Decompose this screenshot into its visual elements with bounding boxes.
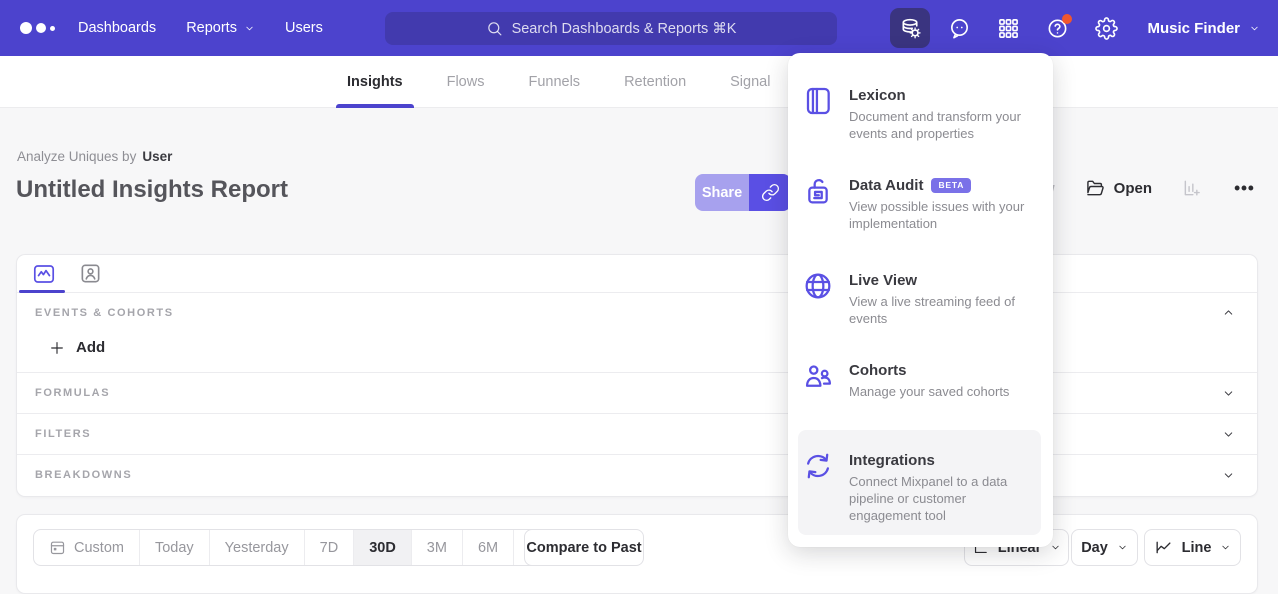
search-placeholder: Search Dashboards & Reports ⌘K	[512, 21, 737, 37]
tab-funnels[interactable]: Funnels	[528, 56, 580, 108]
grid-icon	[997, 17, 1020, 40]
data-audit-lock-icon	[802, 175, 834, 207]
page-title: Untitled Insights Report	[16, 176, 288, 204]
cohorts-people-icon	[802, 360, 834, 392]
top-nav: Dashboards Reports Users Search Dashboar…	[0, 0, 1278, 56]
section-formulas[interactable]: FORMULAS	[17, 373, 1257, 414]
copy-link-button[interactable]	[749, 174, 791, 211]
globe-icon	[802, 270, 834, 302]
database-gear-icon	[899, 17, 922, 40]
menu-item-data-audit[interactable]: Data Audit BETA View possible issues wit…	[802, 177, 1039, 232]
date-today-button[interactable]: Today	[140, 530, 210, 565]
chevron-down-icon	[1220, 542, 1231, 553]
project-name: Music Finder	[1147, 20, 1240, 37]
integrations-sync-icon	[802, 450, 834, 482]
date-controls-card: Custom Today Yesterday 7D 30D 3M 6M 12M …	[16, 514, 1258, 594]
date-custom-button[interactable]: Custom	[34, 530, 140, 565]
tab-flows[interactable]: Flows	[447, 56, 485, 108]
chevron-down-icon	[1117, 542, 1128, 553]
settings-button[interactable]	[1086, 8, 1126, 48]
query-builder-card: EVENTS & COHORTS Add FORMULAS FILTERS BR…	[16, 254, 1258, 497]
menu-item-live-view[interactable]: Live View View a live streaming feed of …	[802, 272, 1039, 327]
open-button[interactable]: Open	[1085, 178, 1152, 198]
menu-item-cohorts[interactable]: Cohorts Manage your saved cohorts	[802, 362, 1039, 400]
line-chart-tab-icon	[32, 262, 56, 286]
nav-item-users[interactable]: Users	[285, 20, 323, 36]
data-management-button[interactable]	[890, 8, 930, 48]
nav-right-cluster: Music Finder	[890, 0, 1260, 56]
plus-icon	[49, 340, 65, 356]
apps-grid-button[interactable]	[988, 8, 1028, 48]
date-yesterday-button[interactable]: Yesterday	[210, 530, 305, 565]
mixpanel-logo-icon[interactable]	[20, 22, 55, 34]
tab-retention[interactable]: Retention	[624, 56, 686, 108]
nav-item-reports[interactable]: Reports	[186, 20, 255, 36]
chevron-down-icon[interactable]	[1222, 469, 1235, 482]
project-selector[interactable]: Music Finder	[1147, 20, 1260, 37]
chart-type-dropdown[interactable]: Line	[1144, 529, 1241, 566]
date-30d-button[interactable]: 30D	[354, 530, 412, 565]
help-button[interactable]	[1037, 8, 1077, 48]
calendar-icon	[49, 539, 66, 556]
chevron-up-icon[interactable]	[1222, 306, 1235, 319]
share-button-group: Share	[695, 174, 791, 211]
section-breakdowns[interactable]: BREAKDOWNS	[17, 455, 1257, 496]
beta-badge: BETA	[931, 178, 971, 193]
chat-bubble-icon	[948, 17, 971, 40]
add-event-button[interactable]: Add	[49, 339, 1257, 356]
report-tabs: Insights Flows Funnels Retention Signal …	[347, 56, 858, 108]
lexicon-book-icon	[802, 85, 834, 117]
breadcrumb-value[interactable]: User	[142, 149, 172, 164]
date-6m-button[interactable]: 6M	[463, 530, 514, 565]
gear-icon	[1095, 17, 1118, 40]
compare-to-past-button[interactable]: Compare to Past	[524, 529, 644, 566]
notification-dot	[1062, 14, 1072, 24]
header-actions: New Open	[1024, 178, 1256, 198]
search-input[interactable]: Search Dashboards & Reports ⌘K	[385, 12, 837, 45]
line-chart-icon	[1154, 538, 1173, 557]
nav-item-dashboards[interactable]: Dashboards	[78, 20, 156, 36]
share-button[interactable]: Share	[695, 174, 749, 211]
feedback-button[interactable]	[939, 8, 979, 48]
tab-user-profiles[interactable]	[77, 261, 103, 287]
tab-metrics[interactable]	[31, 261, 57, 287]
chevron-down-icon	[244, 23, 255, 34]
chart-add-icon	[1182, 178, 1202, 198]
chevron-down-icon[interactable]	[1222, 428, 1235, 441]
menu-item-lexicon[interactable]: Lexicon Document and transform your even…	[802, 87, 1039, 142]
more-options-button[interactable]	[1232, 178, 1256, 198]
builder-icon-tabs	[17, 255, 1257, 293]
section-filters[interactable]: FILTERS	[17, 414, 1257, 455]
data-management-menu: Lexicon Document and transform your even…	[788, 53, 1053, 547]
date-7d-button[interactable]: 7D	[305, 530, 355, 565]
report-tabbar: Insights Flows Funnels Retention Signal …	[0, 56, 1278, 108]
chevron-down-icon[interactable]	[1222, 387, 1235, 400]
chevron-down-icon	[1249, 23, 1260, 34]
save-chart-button[interactable]	[1182, 178, 1202, 198]
tab-insights[interactable]: Insights	[347, 56, 403, 108]
interval-dropdown[interactable]: Day	[1071, 529, 1138, 566]
section-label: FILTERS	[17, 414, 1257, 440]
section-label: FORMULAS	[17, 373, 1257, 399]
link-icon	[761, 183, 780, 202]
date-range-segmented-control: Custom Today Yesterday 7D 30D 3M 6M 12M	[33, 529, 573, 566]
ellipsis-icon	[1232, 178, 1256, 198]
breadcrumb: Analyze Uniques byUser	[17, 149, 172, 164]
menu-item-integrations[interactable]: Integrations Connect Mixpanel to a data …	[802, 452, 1039, 524]
date-3m-button[interactable]: 3M	[412, 530, 463, 565]
chevron-down-icon	[1050, 542, 1061, 553]
search-icon	[486, 20, 503, 37]
section-events-cohorts: EVENTS & COHORTS Add	[17, 293, 1257, 373]
nav-links: Dashboards Reports Users	[78, 0, 323, 56]
user-card-tab-icon	[79, 262, 102, 285]
folder-icon	[1085, 178, 1105, 198]
tab-signal[interactable]: Signal	[730, 56, 770, 108]
section-label: EVENTS & COHORTS	[17, 293, 1257, 319]
section-label: BREAKDOWNS	[17, 455, 1257, 481]
